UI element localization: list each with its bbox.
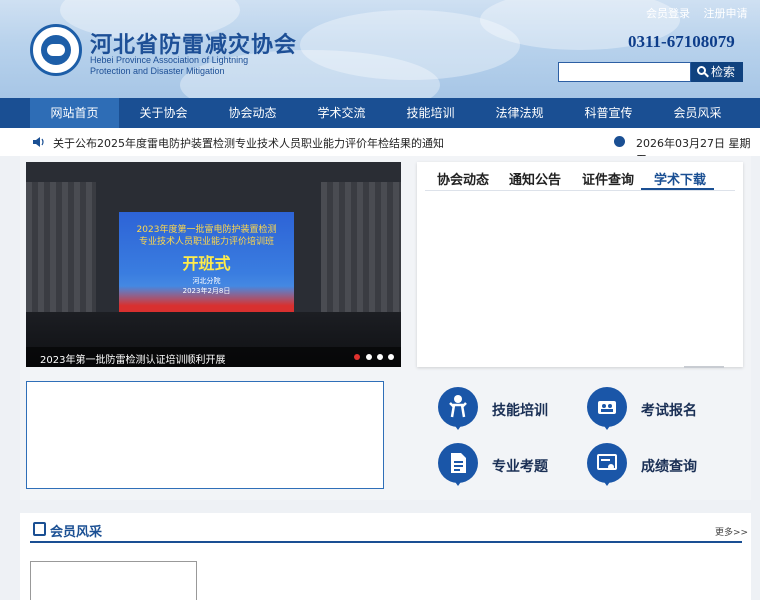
phone-number: 0311-67108079 — [628, 32, 735, 51]
login-link[interactable]: 会员登录 — [646, 7, 690, 20]
content-box — [26, 381, 384, 489]
tab-notices[interactable]: 通知公告 — [509, 169, 561, 188]
main-nav: 网站首页 关于协会 协会动态 学术交流 技能培训 法律法规 科普宣传 会员风采 — [0, 98, 760, 128]
search-input[interactable] — [558, 62, 691, 82]
search-button[interactable]: 检索 — [691, 62, 743, 82]
exam-signup-icon[interactable] — [587, 387, 627, 430]
members-icon — [33, 522, 46, 536]
search-button-label: 检索 — [711, 65, 736, 79]
notice-link[interactable]: 关于公布2025年度雷电防护装置检测专业技术人员职业能力评价年检结果的通知 — [53, 135, 444, 151]
quick-link-training[interactable]: 技能培训 — [492, 400, 548, 420]
document-icon[interactable] — [438, 443, 478, 486]
slider-dot[interactable] — [388, 354, 394, 360]
register-link[interactable]: 注册申请 — [704, 7, 748, 20]
nav-item-academic[interactable]: 学术交流 — [297, 98, 386, 128]
nav-item-laws[interactable]: 法律法规 — [475, 98, 564, 128]
active-tab-indicator — [641, 188, 714, 190]
quick-link-exam-questions[interactable]: 专业考题 — [492, 456, 548, 476]
certificate-icon[interactable] — [587, 443, 627, 486]
nav-item-members[interactable]: 会员风采 — [653, 98, 742, 128]
slider-caption[interactable]: 2023年第一批防雷检测认证培训顺利开展 — [40, 351, 225, 366]
nav-item-training[interactable]: 技能培训 — [386, 98, 475, 128]
trainer-icon[interactable] — [438, 387, 478, 430]
nav-item-science[interactable]: 科普宣传 — [564, 98, 653, 128]
member-card[interactable] — [30, 561, 197, 600]
members-title: 会员风采 — [50, 525, 103, 540]
nav-item-home[interactable]: 网站首页 — [30, 98, 119, 128]
members-more-link[interactable]: 更多>> — [715, 525, 748, 538]
site-subtitle-en: Hebei Province Association of Lightning … — [90, 55, 249, 76]
news-slider-image[interactable]: 2023年度第一批雷电防护装置检测 专业技术人员职业能力评价培训班 开班式 河北… — [26, 162, 401, 367]
slider-dot[interactable] — [354, 354, 360, 360]
quick-link-exam-signup[interactable]: 考试报名 — [641, 400, 697, 420]
top-links: 会员登录 注册申请 — [646, 5, 758, 21]
slider-dot[interactable] — [366, 354, 372, 360]
projection-screen: 2023年度第一批雷电防护装置检测 专业技术人员职业能力评价培训班 开班式 河北… — [119, 212, 294, 314]
tab-panel — [417, 162, 743, 367]
tab-downloads[interactable]: 学术下载 — [654, 169, 706, 188]
nav-item-news[interactable]: 协会动态 — [208, 98, 297, 128]
clock-icon — [614, 136, 625, 147]
slider-dot[interactable] — [377, 354, 383, 360]
quick-link-score-query[interactable]: 成绩查询 — [641, 456, 697, 476]
tab-news[interactable]: 协会动态 — [437, 169, 489, 188]
speaker-icon — [33, 137, 44, 147]
association-logo[interactable] — [30, 24, 82, 76]
tab-certificate-query[interactable]: 证件查询 — [582, 169, 634, 188]
nav-item-about[interactable]: 关于协会 — [119, 98, 208, 128]
